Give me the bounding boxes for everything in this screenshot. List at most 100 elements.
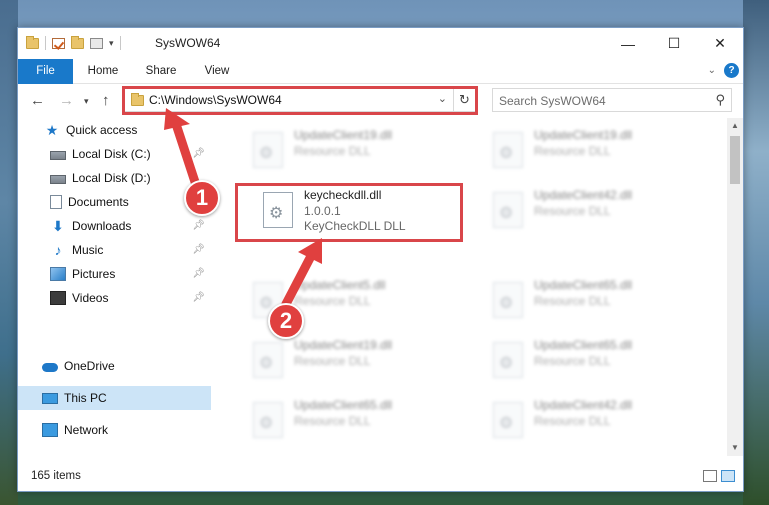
sidebar-item-network[interactable]: Network: [18, 418, 211, 442]
file-type: Resource DLL: [534, 354, 611, 368]
address-bar-highlight: [122, 86, 478, 115]
minimize-icon[interactable]: —: [605, 28, 651, 59]
list-item[interactable]: UpdateClient65.dll Resource DLL: [241, 396, 461, 446]
sidebar-item-documents[interactable]: Documents: [18, 190, 211, 214]
sidebar-item-local-disk-c[interactable]: Local Disk (C:) 📌︎: [18, 142, 211, 166]
file-type: Resource DLL: [534, 294, 611, 308]
status-bar: 165 items: [18, 456, 743, 491]
document-icon: [50, 195, 62, 209]
dll-file-icon: [493, 132, 523, 168]
tab-share[interactable]: Share: [139, 59, 183, 84]
sidebar-item-label: Local Disk (C:): [72, 147, 151, 161]
hard-drive-icon: [50, 150, 66, 160]
video-icon: [50, 291, 66, 305]
sidebar-item-quick-access[interactable]: ★ Quick access: [18, 118, 211, 142]
music-note-icon: ♪: [54, 242, 62, 258]
list-item[interactable]: UpdateClient65.dll Resource DLL: [481, 336, 701, 386]
pin-icon[interactable]: 📌︎: [192, 220, 205, 231]
file-type: Resource DLL: [534, 204, 611, 218]
file-name: UpdateClient19.dll: [294, 128, 393, 142]
sidebar-item-label: Videos: [72, 291, 109, 305]
file-name: UpdateClient65.dll: [534, 338, 633, 352]
back-arrow-icon[interactable]: ←: [30, 92, 45, 109]
list-item[interactable]: UpdateClient42.dll Resource DLL: [481, 186, 701, 236]
hard-drive-icon: [50, 174, 66, 184]
vertical-scrollbar[interactable]: ▲ ▼: [727, 118, 743, 456]
search-icon[interactable]: ⚲: [715, 92, 725, 108]
sidebar-item-label: OneDrive: [64, 359, 115, 373]
pin-icon[interactable]: 📌︎: [192, 244, 205, 255]
sidebar-item-label: Pictures: [72, 267, 116, 281]
expand-ribbon-chevron-icon[interactable]: ⌄: [708, 65, 716, 76]
download-arrow-icon: ⬇: [52, 218, 64, 234]
pin-icon[interactable]: 📌︎: [192, 268, 205, 279]
tab-file[interactable]: File: [18, 59, 73, 84]
file-name: UpdateClient65.dll: [534, 278, 633, 292]
scroll-thumb[interactable]: [730, 136, 740, 184]
scroll-up-icon[interactable]: ▲: [727, 118, 743, 134]
list-item[interactable]: UpdateClient19.dll Resource DLL: [241, 336, 461, 386]
file-name: UpdateClient5.dll: [294, 278, 386, 292]
file-name: UpdateClient42.dll: [534, 188, 633, 202]
sidebar-item-label: This PC: [64, 391, 107, 405]
sidebar-item-downloads[interactable]: ⬇ Downloads 📌︎: [18, 214, 211, 238]
step-1-badge: 1: [184, 180, 220, 216]
toolbar-divider: [119, 36, 121, 50]
search-box[interactable]: ⚲: [492, 88, 732, 112]
file-type: Resource DLL: [294, 294, 371, 308]
sidebar-item-pictures[interactable]: Pictures 📌︎: [18, 262, 211, 286]
search-input[interactable]: [499, 91, 699, 111]
list-item[interactable]: UpdateClient42.dll Resource DLL: [481, 396, 701, 446]
file-type: Resource DLL: [534, 144, 611, 158]
new-folder-icon[interactable]: [71, 35, 84, 49]
up-arrow-icon[interactable]: ↑: [102, 92, 110, 109]
help-icon[interactable]: ?: [724, 63, 739, 78]
maximize-icon[interactable]: ☐: [651, 28, 697, 59]
pin-icon[interactable]: 📌︎: [192, 148, 205, 159]
tab-home[interactable]: Home: [81, 59, 125, 84]
desktop-background-right: [743, 0, 769, 505]
forward-arrow-icon[interactable]: →: [59, 92, 74, 109]
file-name: UpdateClient42.dll: [534, 398, 633, 412]
computer-icon: [42, 392, 58, 404]
list-item[interactable]: UpdateClient65.dll Resource DLL: [481, 276, 701, 326]
list-item[interactable]: UpdateClient19.dll Resource DLL: [481, 126, 701, 176]
dll-file-icon: [253, 132, 283, 168]
details-view-icon[interactable]: [703, 470, 717, 482]
customize-toolbar-chevron-icon[interactable]: ▾: [109, 38, 114, 49]
tab-view[interactable]: View: [196, 59, 238, 84]
close-icon[interactable]: ✕: [697, 28, 743, 59]
sidebar-item-label: Downloads: [72, 219, 132, 233]
sidebar-item-music[interactable]: ♪ Music 📌︎: [18, 238, 211, 262]
tiles-view-icon[interactable]: [721, 470, 735, 482]
network-icon: [42, 423, 58, 437]
sidebar-item-this-pc[interactable]: This PC: [18, 386, 211, 410]
dll-file-icon: [493, 402, 523, 438]
properties-check-icon[interactable]: [52, 37, 65, 49]
file-name: UpdateClient65.dll: [294, 398, 393, 412]
sidebar-item-label: Music: [72, 243, 104, 257]
view-properties-icon[interactable]: [90, 37, 103, 49]
folder-icon[interactable]: [26, 35, 39, 49]
dll-file-icon: [493, 342, 523, 378]
sidebar-item-local-disk-d[interactable]: Local Disk (D:): [18, 166, 211, 190]
toolbar-divider: [45, 36, 46, 50]
window-title: SysWOW64: [155, 36, 221, 50]
star-icon: ★: [45, 122, 59, 138]
scroll-down-icon[interactable]: ▼: [727, 440, 743, 456]
dll-file-icon: [253, 342, 283, 378]
sidebar-item-label: Documents: [68, 195, 129, 209]
navigation-pane: ★ Quick access Local Disk (C:) 📌︎ Local …: [18, 118, 211, 456]
cloud-icon: [42, 363, 58, 372]
sidebar-item-label: Local Disk (D:): [72, 171, 151, 185]
file-type: Resource DLL: [294, 354, 371, 368]
pin-icon[interactable]: 📌︎: [192, 292, 205, 303]
file-type: Resource DLL: [294, 414, 371, 428]
file-name: UpdateClient19.dll: [294, 338, 393, 352]
title-bar: ▾ SysWOW64 — ☐ ✕: [18, 28, 743, 59]
list-item[interactable]: UpdateClient19.dll Resource DLL: [241, 126, 461, 176]
sidebar-item-videos[interactable]: Videos 📌︎: [18, 286, 211, 310]
sidebar-item-onedrive[interactable]: OneDrive: [18, 354, 211, 378]
recent-locations-chevron-icon[interactable]: ▾: [84, 96, 89, 107]
file-type: Resource DLL: [294, 144, 371, 158]
